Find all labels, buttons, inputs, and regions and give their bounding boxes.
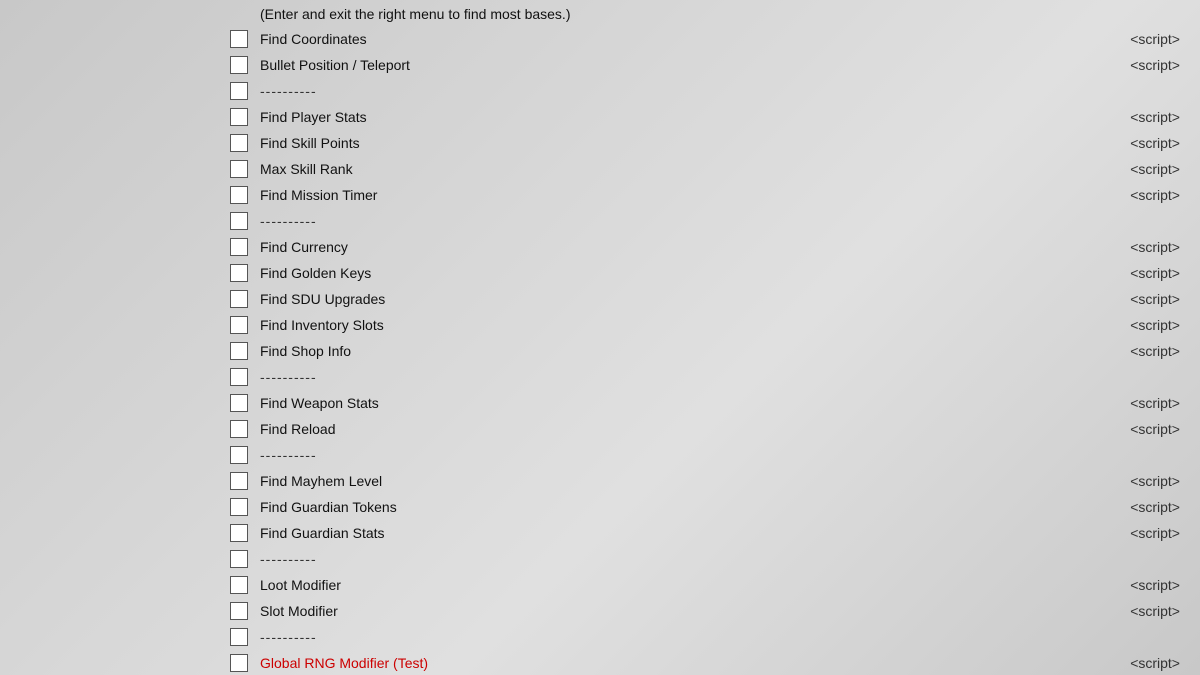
list-item: Find Inventory Slots<script> (230, 312, 1200, 338)
script-find-reload: <script> (1120, 421, 1200, 437)
checkbox-find-golden-keys[interactable] (230, 264, 248, 282)
checkbox[interactable] (230, 212, 248, 230)
checkbox[interactable] (230, 82, 248, 100)
list-item: Find Guardian Stats<script> (230, 520, 1200, 546)
checkbox-bullet-position[interactable] (230, 56, 248, 74)
script-find-guardian-stats: <script> (1120, 525, 1200, 541)
checkbox-global-rng-modifier[interactable] (230, 654, 248, 672)
list-item: Find Guardian Tokens<script> (230, 494, 1200, 520)
list-item: Bullet Position / Teleport<script> (230, 52, 1200, 78)
checkbox[interactable] (230, 550, 248, 568)
script-max-skill-rank: <script> (1120, 161, 1200, 177)
separator-label: ---------- (260, 551, 1200, 567)
label-find-weapon-stats: Find Weapon Stats (260, 395, 1120, 411)
script-find-mission-timer: <script> (1120, 187, 1200, 203)
script-find-guardian-tokens: <script> (1120, 499, 1200, 515)
label-find-player-stats: Find Player Stats (260, 109, 1120, 125)
label-find-reload: Find Reload (260, 421, 1120, 437)
label-slot-modifier: Slot Modifier (260, 603, 1120, 619)
checkbox-find-shop-info[interactable] (230, 342, 248, 360)
checkbox-find-coordinates[interactable] (230, 30, 248, 48)
checkbox-find-inventory-slots[interactable] (230, 316, 248, 334)
script-find-inventory-slots: <script> (1120, 317, 1200, 333)
checkbox-find-reload[interactable] (230, 420, 248, 438)
list-item: ---------- (230, 624, 1200, 650)
label-max-skill-rank: Max Skill Rank (260, 161, 1120, 177)
label-find-coordinates: Find Coordinates (260, 31, 1120, 47)
label-find-inventory-slots: Find Inventory Slots (260, 317, 1120, 333)
checkbox-find-guardian-stats[interactable] (230, 524, 248, 542)
list-item: Slot Modifier<script> (230, 598, 1200, 624)
separator-label: ---------- (260, 213, 1200, 229)
list-item: Max Skill Rank<script> (230, 156, 1200, 182)
main-container: (Enter and exit the right menu to find m… (0, 0, 1200, 675)
checkbox[interactable] (230, 368, 248, 386)
intro-text: (Enter and exit the right menu to find m… (260, 2, 1200, 24)
script-find-shop-info: <script> (1120, 343, 1200, 359)
list-item: Find Currency<script> (230, 234, 1200, 260)
list-item: Find Golden Keys<script> (230, 260, 1200, 286)
script-global-rng-modifier: <script> (1120, 655, 1200, 671)
checkbox[interactable] (230, 628, 248, 646)
list-item: ---------- (230, 364, 1200, 390)
list-item: ---------- (230, 78, 1200, 104)
script-find-golden-keys: <script> (1120, 265, 1200, 281)
list-item: Find Mayhem Level<script> (230, 468, 1200, 494)
checkbox-slot-modifier[interactable] (230, 602, 248, 620)
script-find-skill-points: <script> (1120, 135, 1200, 151)
checkbox-loot-modifier[interactable] (230, 576, 248, 594)
separator-label: ---------- (260, 447, 1200, 463)
checkbox-find-guardian-tokens[interactable] (230, 498, 248, 516)
list-item: Find Player Stats<script> (230, 104, 1200, 130)
label-find-skill-points: Find Skill Points (260, 135, 1120, 151)
script-find-currency: <script> (1120, 239, 1200, 255)
label-find-shop-info: Find Shop Info (260, 343, 1120, 359)
separator-label: ---------- (260, 369, 1200, 385)
list-item: (Enter and exit the right menu to find m… (230, 0, 1200, 26)
checkbox-find-sdu-upgrades[interactable] (230, 290, 248, 308)
checkbox-find-player-stats[interactable] (230, 108, 248, 126)
checkbox-find-skill-points[interactable] (230, 134, 248, 152)
label-find-sdu-upgrades: Find SDU Upgrades (260, 291, 1120, 307)
list-item: Find Shop Info<script> (230, 338, 1200, 364)
label-find-guardian-stats: Find Guardian Stats (260, 525, 1120, 541)
list-item: Find Mission Timer<script> (230, 182, 1200, 208)
label-find-guardian-tokens: Find Guardian Tokens (260, 499, 1120, 515)
script-find-sdu-upgrades: <script> (1120, 291, 1200, 307)
script-find-coordinates: <script> (1120, 31, 1200, 47)
label-bullet-position: Bullet Position / Teleport (260, 57, 1120, 73)
list-item: Find Coordinates<script> (230, 26, 1200, 52)
script-slot-modifier: <script> (1120, 603, 1200, 619)
script-loot-modifier: <script> (1120, 577, 1200, 593)
list-item: ---------- (230, 546, 1200, 572)
label-global-rng-modifier: Global RNG Modifier (Test) (260, 655, 1120, 671)
checkbox-find-weapon-stats[interactable] (230, 394, 248, 412)
label-find-currency: Find Currency (260, 239, 1120, 255)
list-item: Find Skill Points<script> (230, 130, 1200, 156)
checkbox-find-mayhem-level[interactable] (230, 472, 248, 490)
separator-label: ---------- (260, 83, 1200, 99)
label-find-mayhem-level: Find Mayhem Level (260, 473, 1120, 489)
list-item: Find SDU Upgrades<script> (230, 286, 1200, 312)
separator-label: ---------- (260, 629, 1200, 645)
list-item: ---------- (230, 208, 1200, 234)
script-find-weapon-stats: <script> (1120, 395, 1200, 411)
list-item: Loot Modifier<script> (230, 572, 1200, 598)
list-item: ---------- (230, 442, 1200, 468)
checkbox-find-currency[interactable] (230, 238, 248, 256)
label-find-mission-timer: Find Mission Timer (260, 187, 1120, 203)
list-item: Global RNG Modifier (Test)<script> (230, 650, 1200, 675)
checkbox-find-mission-timer[interactable] (230, 186, 248, 204)
list-item: Find Reload<script> (230, 416, 1200, 442)
list-item: Find Weapon Stats<script> (230, 390, 1200, 416)
checkbox-max-skill-rank[interactable] (230, 160, 248, 178)
label-find-golden-keys: Find Golden Keys (260, 265, 1120, 281)
script-bullet-position: <script> (1120, 57, 1200, 73)
script-find-player-stats: <script> (1120, 109, 1200, 125)
script-find-mayhem-level: <script> (1120, 473, 1200, 489)
checkbox[interactable] (230, 446, 248, 464)
label-loot-modifier: Loot Modifier (260, 577, 1120, 593)
item-list: (Enter and exit the right menu to find m… (230, 0, 1200, 675)
